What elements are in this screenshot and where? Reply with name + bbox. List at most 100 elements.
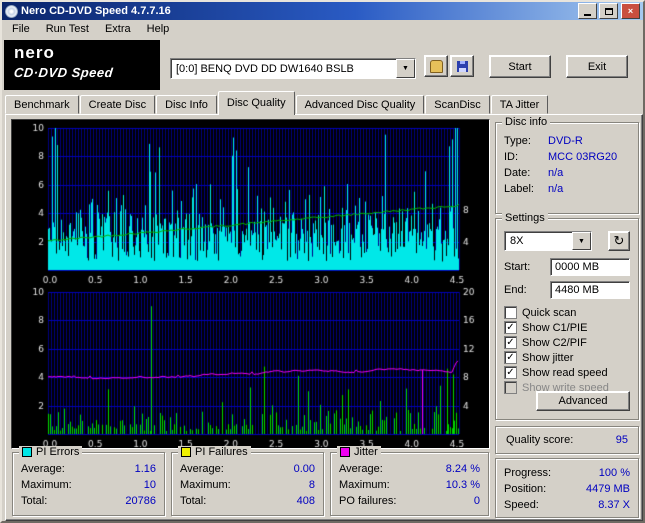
tab-create-disc[interactable]: Create Disc bbox=[79, 95, 156, 114]
quality-score-group: Quality score: 95 bbox=[495, 426, 639, 454]
save-results-button[interactable] bbox=[450, 55, 474, 77]
app-icon bbox=[5, 4, 18, 18]
eject-tray-button[interactable] bbox=[424, 55, 448, 77]
speed-select[interactable]: 8X ▼ bbox=[504, 231, 592, 251]
checkbox-show-jitter[interactable]: ✓ Show jitter bbox=[504, 350, 634, 365]
refresh-icon: ↻ bbox=[613, 233, 625, 248]
disc-info-rows: Type: DVD-R ID: MCC 03RG20 Date: n/a Label: n/a bbox=[496, 123, 638, 195]
checkbox-label: Show C1/PIE bbox=[522, 321, 588, 334]
checkbox-box[interactable]: ✓ bbox=[504, 321, 517, 334]
settings-title: Settings bbox=[502, 212, 548, 224]
quality-score-value: 95 bbox=[615, 434, 628, 446]
chevron-down-icon[interactable]: ▼ bbox=[396, 59, 415, 78]
stats-row: Total: 20786 bbox=[21, 495, 156, 507]
stats-group-jitter: Jitter Average: 8.24 % Maximum: 10.3 % PO fai… bbox=[330, 446, 489, 516]
close-icon: × bbox=[627, 5, 634, 16]
logo-brand-text: nero bbox=[14, 43, 55, 62]
progress-row: Progress: 100 % bbox=[504, 467, 630, 479]
disc-info-row: Type: DVD-R bbox=[504, 135, 630, 147]
stats-rows: Average: 0.00 Maximum: 8 Total: 408 bbox=[172, 453, 323, 507]
window-title: Nero CD-DVD Speed 4.7.7.16 bbox=[21, 5, 171, 17]
maximize-icon bbox=[604, 7, 613, 15]
progress-group: Progress: 100 % Position: 4479 MB Speed: 8.37… bbox=[495, 458, 639, 518]
minimize-icon bbox=[584, 14, 591, 16]
nero-logo: nero CD·DVD Speed bbox=[4, 40, 160, 90]
stats-row: Maximum: 10.3 % bbox=[339, 479, 480, 491]
minimize-button[interactable] bbox=[578, 3, 597, 19]
disc-info-value: n/a bbox=[548, 183, 564, 195]
stats-value: 8 bbox=[308, 479, 315, 491]
settings-group: Settings 8X ▼ ↻ Start: End: Quick scan ✓ S… bbox=[495, 212, 639, 420]
tab-benchmark[interactable]: Benchmark bbox=[5, 95, 79, 114]
end-position-label: End: bbox=[504, 284, 527, 296]
tab-advanced-disc-quality[interactable]: Advanced Disc Quality bbox=[295, 95, 425, 114]
checkbox-show-read-speed[interactable]: ✓ Show read speed bbox=[504, 365, 634, 380]
checkbox-box[interactable] bbox=[504, 381, 517, 394]
stats-group-title: PI Errors bbox=[19, 446, 83, 458]
settings-checkboxes: Quick scan ✓ Show C1/PIE ✓ Show C2/PIF ✓ Show … bbox=[504, 305, 634, 395]
stats-label: Average: bbox=[180, 463, 224, 475]
toolbar: nero CD·DVD Speed [0:0] BENQ DVD DD DW16… bbox=[2, 38, 643, 92]
disc-info-value: DVD-R bbox=[548, 135, 583, 147]
progress-label: Speed: bbox=[504, 499, 539, 511]
stats-group-title: Jitter bbox=[337, 446, 381, 458]
tab-strip: Benchmark Create Disc Disc Info Disc Qualit… bbox=[5, 91, 549, 115]
stats-row: Average: 1.16 bbox=[21, 463, 156, 475]
stats-rows: Average: 1.16 Maximum: 10 Total: 20786 bbox=[13, 453, 164, 507]
disc-info-label: Date: bbox=[504, 167, 531, 179]
checkbox-quick-scan[interactable]: Quick scan bbox=[504, 305, 634, 320]
maximize-button[interactable] bbox=[599, 3, 618, 19]
stats-row: Total: 408 bbox=[180, 495, 315, 507]
floppy-save-icon bbox=[456, 60, 468, 72]
title-bar[interactable]: Nero CD-DVD Speed 4.7.7.16 × bbox=[2, 2, 643, 20]
exit-button[interactable]: Exit bbox=[566, 55, 628, 78]
disc-info-label: ID: bbox=[504, 151, 519, 163]
progress-value: 4479 MB bbox=[585, 483, 630, 495]
tab-scandisc[interactable]: ScanDisc bbox=[425, 95, 490, 114]
start-position-label: Start: bbox=[504, 261, 531, 273]
start-position-field[interactable] bbox=[550, 258, 630, 276]
checkbox-box[interactable] bbox=[504, 306, 517, 319]
disc-info-title: Disc info bbox=[502, 116, 551, 128]
stats-row: Average: 8.24 % bbox=[339, 463, 480, 475]
menu-run-test[interactable]: Run Test bbox=[38, 21, 97, 37]
stats-group-pi-errors: PI Errors Average: 1.16 Maximum: 10 Total: 207… bbox=[12, 446, 165, 516]
menu-help[interactable]: Help bbox=[139, 21, 178, 37]
progress-row: Speed: 8.37 X bbox=[504, 499, 630, 511]
stats-group-pi-failures: PI Failures Average: 0.00 Maximum: 8 Total: 40… bbox=[171, 446, 324, 516]
checkbox-show-c1-pie[interactable]: ✓ Show C1/PIE bbox=[504, 320, 634, 335]
stats-value: 1.16 bbox=[134, 463, 156, 475]
checkbox-box[interactable]: ✓ bbox=[504, 351, 517, 364]
tab-disc-quality[interactable]: Disc Quality bbox=[217, 91, 295, 115]
chevron-down-icon[interactable]: ▼ bbox=[572, 232, 591, 250]
legend-color-swatch bbox=[22, 447, 32, 457]
stats-label: Total: bbox=[180, 495, 207, 507]
app-window: Nero CD-DVD Speed 4.7.7.16 × File Run Tes… bbox=[0, 0, 645, 523]
refresh-speeds-button[interactable]: ↻ bbox=[608, 231, 630, 251]
disc-info-value: MCC 03RG20 bbox=[548, 151, 618, 163]
stats-row: Average: 0.00 bbox=[180, 463, 315, 475]
stats-value: 0 bbox=[473, 495, 480, 507]
progress-row: Position: 4479 MB bbox=[504, 483, 630, 495]
logo-product-text: CD·DVD Speed bbox=[13, 65, 114, 80]
menu-file[interactable]: File bbox=[4, 21, 38, 37]
advanced-button[interactable]: Advanced bbox=[536, 391, 630, 411]
disc-info-row: Date: n/a bbox=[504, 167, 630, 179]
stats-row: Maximum: 10 bbox=[21, 479, 156, 491]
drive-select-value: [0:0] BENQ DVD DD DW1640 BSLB bbox=[176, 62, 354, 75]
checkbox-box[interactable]: ✓ bbox=[504, 366, 517, 379]
stats-row: PO failures: 0 bbox=[339, 495, 480, 507]
tab-ta-jitter[interactable]: TA Jitter bbox=[490, 95, 549, 114]
menu-extra[interactable]: Extra bbox=[97, 21, 139, 37]
tab-disc-info[interactable]: Disc Info bbox=[156, 95, 217, 114]
close-button[interactable]: × bbox=[621, 3, 640, 19]
checkbox-box[interactable]: ✓ bbox=[504, 336, 517, 349]
drive-select[interactable]: [0:0] BENQ DVD DD DW1640 BSLB ▼ bbox=[170, 58, 416, 79]
stats-label: Maximum: bbox=[21, 479, 72, 491]
checkbox-show-c2-pif[interactable]: ✓ Show C2/PIF bbox=[504, 335, 634, 350]
end-position-field[interactable] bbox=[550, 281, 630, 299]
start-button[interactable]: Start bbox=[489, 55, 551, 78]
stats-value: 10.3 % bbox=[445, 479, 480, 491]
checkbox-label: Quick scan bbox=[522, 306, 577, 319]
quality-scan-chart bbox=[11, 119, 490, 449]
